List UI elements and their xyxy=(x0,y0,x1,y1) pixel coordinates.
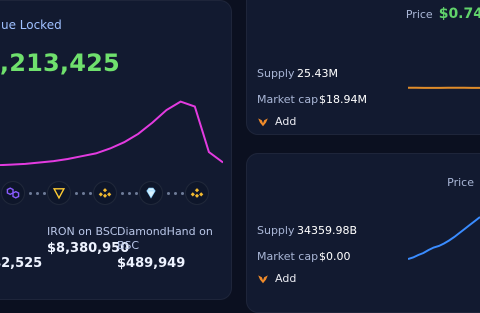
iron-icon xyxy=(52,186,66,200)
bnb-node-2 xyxy=(185,181,209,205)
diamond-node xyxy=(139,181,163,205)
price-sparkline-2 xyxy=(408,210,480,260)
chain-row xyxy=(0,181,223,217)
tvl-panel: Value Locked 1,213,425 xyxy=(0,0,232,300)
iron-node xyxy=(47,181,71,205)
bnb-node-1 xyxy=(93,181,117,205)
pool-2-name: IRON on BSC xyxy=(47,225,118,239)
market-cap-label-2: Market cap xyxy=(257,250,318,263)
pool-3-value: $489,949 xyxy=(117,256,185,271)
polygon-node xyxy=(1,181,25,205)
tvl-value: 1,213,425 xyxy=(0,49,120,77)
supply-label: Supply xyxy=(257,67,295,80)
tvl-title: Value Locked xyxy=(0,18,62,32)
connector-dots xyxy=(167,192,185,194)
metamask-fox-icon xyxy=(257,273,269,285)
market-cap-value: $18.94M xyxy=(319,93,367,106)
price-sparkline-1 xyxy=(408,84,480,92)
market-cap-label: Market cap xyxy=(257,93,318,106)
market-cap-value-2: $0.00 xyxy=(319,250,351,263)
pool-1-value: 842,525 xyxy=(0,256,42,271)
price-label: Price xyxy=(406,8,433,21)
supply-value: 25.43M xyxy=(297,67,338,80)
supply-value-2: 34359.98B xyxy=(297,224,357,237)
connector-dots xyxy=(121,192,139,194)
add-token-button[interactable]: Add xyxy=(257,115,296,128)
bnb-icon xyxy=(98,186,112,200)
polygon-icon xyxy=(6,186,20,200)
connector-dots xyxy=(29,192,47,194)
metamask-fox-icon xyxy=(257,116,269,128)
price-label-2: Price xyxy=(447,176,474,189)
add-label-2: Add xyxy=(275,272,296,285)
tvl-chart xyxy=(0,96,223,166)
pool-3-line-1: DiamondHand on xyxy=(117,225,213,239)
token-panel-1: Price $0.74 Supply 25.43M Market cap $18… xyxy=(246,0,480,135)
supply-label-2: Supply xyxy=(257,224,295,237)
pool-3-line-2: BSC xyxy=(117,239,139,253)
spark2-line xyxy=(408,217,480,259)
bnb-icon xyxy=(190,186,204,200)
diamond-icon xyxy=(144,186,158,200)
add-label: Add xyxy=(275,115,296,128)
add-token-button-2[interactable]: Add xyxy=(257,272,296,285)
price-row: Price $0.74 xyxy=(406,6,480,22)
connector-dots xyxy=(75,192,93,194)
price-value: $0.74 xyxy=(439,6,480,22)
tvl-line xyxy=(0,102,223,166)
